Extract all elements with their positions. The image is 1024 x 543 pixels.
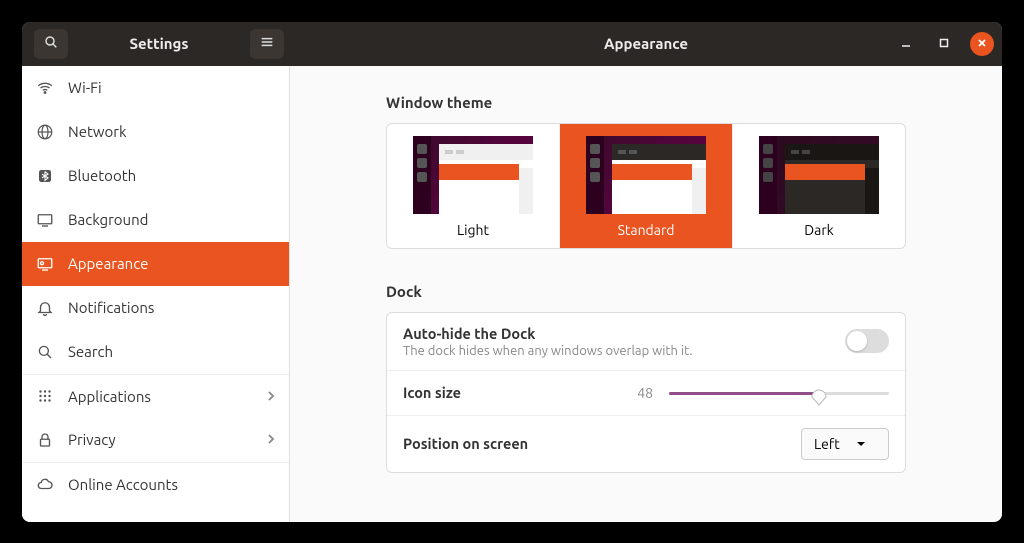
sidebar-item-bluetooth[interactable]: Bluetooth	[22, 154, 289, 198]
dock-row-text: Position on screen	[403, 435, 801, 452]
titlebar-main-section: Appearance	[290, 35, 1002, 52]
sidebar-item-notifications[interactable]: Notifications	[22, 286, 289, 330]
appearance-icon	[36, 255, 54, 273]
window-body: Wi-Fi Network Bluetooth Background	[22, 66, 1002, 522]
sidebar-item-applications[interactable]: Applications	[22, 374, 289, 418]
sidebar-item-label: Appearance	[68, 255, 148, 272]
display-icon	[36, 211, 54, 229]
app-title: Settings	[74, 35, 244, 52]
icon-size-title: Icon size	[403, 384, 623, 401]
dock-row-text: Icon size	[403, 384, 623, 401]
sidebar-item-label: Notifications	[68, 299, 154, 316]
sidebar-item-wifi[interactable]: Wi-Fi	[22, 66, 289, 110]
sidebar-item-label: Background	[68, 211, 148, 228]
lock-icon	[36, 431, 54, 449]
sidebar-item-label: Search	[68, 343, 113, 360]
sidebar-item-label: Applications	[68, 388, 151, 405]
slider-thumb-icon	[810, 384, 828, 406]
grid-icon	[36, 387, 54, 405]
sidebar-item-label: Online Accounts	[68, 476, 178, 493]
cloud-icon	[36, 475, 54, 493]
dock-row-icon-size: Icon size 48	[387, 371, 905, 416]
sidebar-item-search[interactable]: Search	[22, 330, 289, 374]
globe-icon	[36, 123, 54, 141]
dock-heading: Dock	[386, 283, 906, 300]
maximize-icon	[938, 35, 950, 52]
theme-label: Standard	[618, 222, 675, 238]
search-icon	[43, 34, 59, 53]
theme-label: Dark	[804, 222, 833, 238]
dock-row-position: Position on screen Left	[387, 416, 905, 472]
autohide-subtitle: The dock hides when any windows overlap …	[403, 344, 845, 358]
sidebar-item-label: Bluetooth	[68, 167, 136, 184]
minimize-button[interactable]	[894, 32, 918, 56]
content-area: Window theme Light Standard	[290, 66, 1002, 522]
window-theme-heading: Window theme	[386, 94, 906, 111]
dock-row-autohide: Auto-hide the Dock The dock hides when a…	[387, 313, 905, 371]
settings-window: Settings Appearance	[22, 22, 1002, 522]
sidebar-item-label: Network	[68, 123, 127, 140]
chevron-down-icon	[856, 436, 866, 452]
minimize-icon	[900, 35, 912, 52]
maximize-button[interactable]	[932, 32, 956, 56]
autohide-switch[interactable]	[845, 329, 889, 353]
search-icon	[36, 343, 54, 361]
sidebar-item-background[interactable]: Background	[22, 198, 289, 242]
sidebar[interactable]: Wi-Fi Network Bluetooth Background	[22, 66, 290, 522]
bell-icon	[36, 299, 54, 317]
search-button[interactable]	[34, 29, 68, 59]
theme-option-light[interactable]: Light	[387, 124, 560, 248]
position-title: Position on screen	[403, 435, 801, 452]
sidebar-item-label: Privacy	[68, 431, 116, 448]
close-button[interactable]	[970, 32, 994, 56]
sidebar-item-privacy[interactable]: Privacy	[22, 418, 289, 462]
theme-option-dark[interactable]: Dark	[733, 124, 905, 248]
sidebar-item-label: Wi-Fi	[68, 79, 102, 96]
dock-panel: Auto-hide the Dock The dock hides when a…	[386, 312, 906, 473]
wifi-icon	[36, 79, 54, 97]
titlebar-sidebar-section: Settings	[22, 22, 290, 66]
icon-size-control: 48	[623, 383, 889, 403]
sidebar-item-online-accounts[interactable]: Online Accounts	[22, 462, 289, 506]
bluetooth-icon	[36, 167, 54, 185]
dock-row-text: Auto-hide the Dock The dock hides when a…	[403, 325, 845, 358]
sidebar-item-network[interactable]: Network	[22, 110, 289, 154]
icon-size-slider[interactable]	[669, 383, 889, 403]
menu-button[interactable]	[250, 29, 284, 59]
chevron-right-icon	[267, 431, 275, 448]
theme-preview-standard	[586, 136, 706, 214]
autohide-title: Auto-hide the Dock	[403, 325, 845, 342]
position-value: Left	[814, 436, 840, 452]
theme-preview-light	[413, 136, 533, 214]
theme-label: Light	[457, 222, 489, 238]
window-controls	[894, 32, 994, 56]
theme-preview-dark	[759, 136, 879, 214]
close-icon	[976, 35, 988, 52]
icon-size-value: 48	[623, 385, 653, 401]
titlebar: Settings Appearance	[22, 22, 1002, 66]
theme-option-standard[interactable]: Standard	[560, 124, 733, 248]
sidebar-item-appearance[interactable]: Appearance	[22, 242, 289, 286]
theme-selector: Light Standard Dark	[386, 123, 906, 249]
hamburger-icon	[259, 34, 275, 53]
position-dropdown[interactable]: Left	[801, 428, 889, 460]
chevron-right-icon	[267, 388, 275, 405]
